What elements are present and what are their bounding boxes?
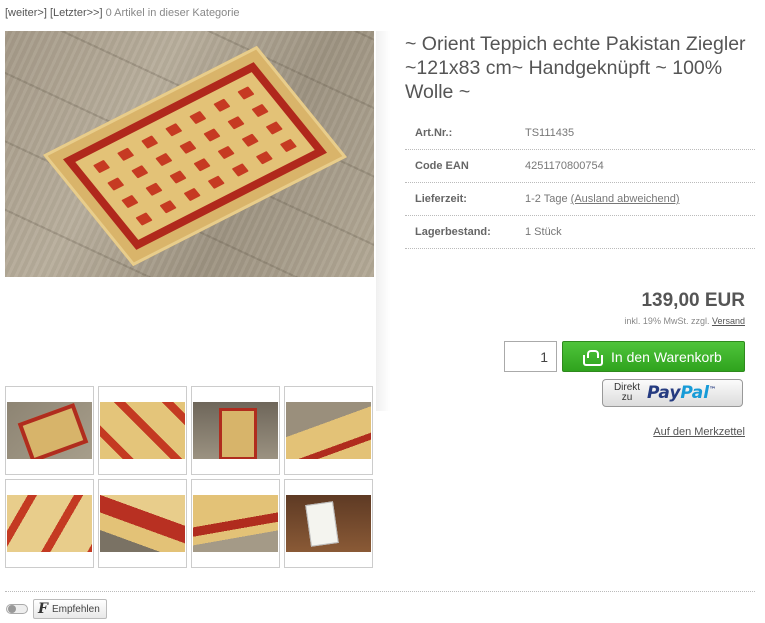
delivery-time: 1-2 Tage [525, 193, 568, 205]
category-count-text: 0 Artikel in dieser Kategorie [105, 7, 240, 19]
paypal-direct-line2: zu [621, 392, 633, 403]
thumbnail-3[interactable] [191, 386, 280, 475]
quantity-input[interactable] [504, 341, 557, 372]
thumbnail-7[interactable] [191, 479, 280, 568]
thumbnail-image [193, 402, 278, 459]
add-to-cart-label: In den Warenkorb [611, 348, 722, 365]
attribute-row-stock: Lagerbestand: 1 Stück [405, 216, 755, 249]
facebook-f-icon: F [38, 601, 48, 617]
thumbnail-6[interactable] [98, 479, 187, 568]
thumbnail-image [286, 495, 371, 552]
thumbnail-4[interactable] [284, 386, 373, 475]
attribute-value: 1 Stück [525, 226, 562, 238]
product-price: 139,00 EUR [641, 290, 745, 311]
thumbnail-8[interactable] [284, 479, 373, 568]
attribute-label: Art.Nr.: [415, 127, 453, 139]
thumbnail-2[interactable] [98, 386, 187, 475]
social-toggle-switch[interactable] [6, 604, 28, 614]
product-title: ~ Orient Teppich echte Pakistan Ziegler … [405, 33, 746, 103]
thumbnail-image [286, 402, 371, 459]
paypal-direct-button[interactable]: Direkt zu PayPal™ [602, 379, 743, 407]
tax-text: inkl. 19% MwSt. zzgl. [624, 316, 710, 326]
bottom-divider [5, 591, 755, 592]
paypal-direct-text: Direkt zu [603, 383, 647, 403]
thumbnail-image [7, 402, 92, 459]
attribute-value: 1-2 Tage (Ausland abweichend) [525, 193, 680, 205]
thumbnail-5[interactable] [5, 479, 94, 568]
attribute-label: Lieferzeit: [415, 193, 467, 205]
thumbnail-image [7, 495, 92, 552]
main-product-image[interactable] [5, 31, 374, 277]
foreign-delivery-link[interactable]: (Ausland abweichend) [571, 193, 680, 205]
attribute-row-article-number: Art.Nr.: TS111435 [405, 117, 755, 150]
attribute-value: TS111435 [525, 127, 575, 139]
attribute-label: Lagerbestand: [415, 226, 491, 238]
thumbnail-image [193, 495, 278, 552]
column-shadow [376, 31, 390, 411]
paypal-logo-pal: Pal [680, 383, 710, 403]
thumbnail-gallery [5, 386, 375, 568]
recommend-label: Empfehlen [51, 603, 100, 615]
last-link[interactable]: [Letzter>>] [50, 7, 103, 19]
wishlist-link[interactable]: Auf den Merkzettel [653, 426, 745, 438]
next-link[interactable]: [weiter>] [5, 7, 47, 19]
pagination-nav: [weiter>] [Letzter>>] 0 Artikel in diese… [5, 7, 240, 19]
attribute-value: 4251170800754 [525, 160, 604, 172]
attribute-row-ean: Code EAN 4251170800754 [405, 150, 755, 183]
attribute-label: Code EAN [415, 160, 469, 172]
attribute-row-delivery: Lieferzeit: 1-2 Tage (Ausland abweichend… [405, 183, 755, 216]
product-attributes: Art.Nr.: TS111435 Code EAN 4251170800754… [405, 117, 755, 249]
shipping-link[interactable]: Versand [712, 316, 745, 326]
basket-icon [583, 349, 603, 366]
thumbnail-image [100, 495, 185, 552]
add-to-cart-button[interactable]: In den Warenkorb [562, 341, 745, 372]
thumbnail-image [100, 402, 185, 459]
tax-note: inkl. 19% MwSt. zzgl. Versand [624, 316, 745, 326]
paypal-logo-pay: Pay [647, 383, 681, 403]
thumbnail-1[interactable] [5, 386, 94, 475]
recommend-button[interactable]: F Empfehlen [33, 599, 107, 619]
paypal-trademark: ™ [709, 385, 717, 394]
paypal-logo: PayPal™ [647, 383, 716, 403]
